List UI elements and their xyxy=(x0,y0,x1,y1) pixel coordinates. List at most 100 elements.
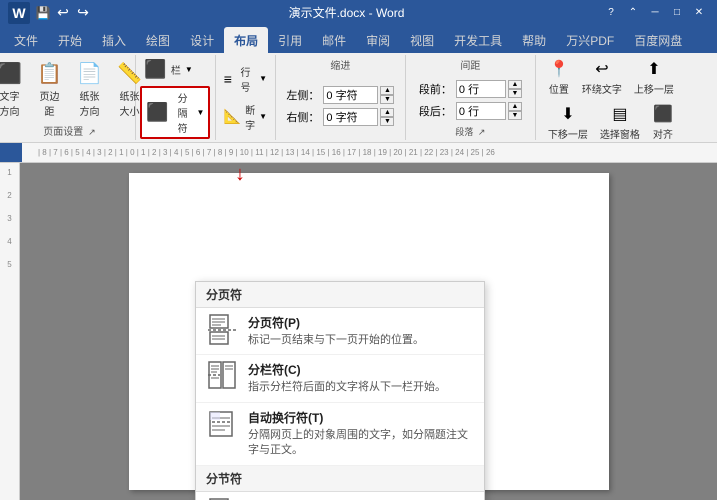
indent-left-down-button[interactable]: ▼ xyxy=(380,95,394,104)
page-break-section-title: 分页符 xyxy=(196,282,484,308)
separator-chevron-icon: ▼ xyxy=(196,108,204,117)
margins-button[interactable]: 📋 页边距 xyxy=(31,59,67,120)
tab-home[interactable]: 开始 xyxy=(48,27,92,53)
after-spacing-spin: ▲ ▼ xyxy=(508,102,522,120)
separator-dropdown: 分页符 xyxy=(195,281,485,500)
indent-right-down-button[interactable]: ▼ xyxy=(380,117,394,126)
wrap-break-title: 自动换行符(T) xyxy=(248,409,474,426)
undo-icon[interactable]: ↩ xyxy=(54,4,72,22)
before-spacing-input[interactable] xyxy=(456,80,506,98)
text-direction-button[interactable]: ⬛ 文字方向 xyxy=(0,59,27,120)
col-break-icon xyxy=(206,361,238,393)
orientation-button[interactable]: 📄 纸张方向 xyxy=(71,59,107,120)
margins-label: 页边距 xyxy=(35,88,63,118)
indent-spacing-group: 缩进 左侧： ▲ ▼ 右侧： ▲ ▼ xyxy=(276,55,406,140)
separator-label: 分隔符 xyxy=(173,90,193,135)
separator-group: ⬛ 栏 ▼ ⬛ 分隔符 ▼ xyxy=(136,55,216,140)
before-down-button[interactable]: ▼ xyxy=(508,89,522,98)
line-number-icon: ≡ xyxy=(224,71,232,87)
wrap-break-text: 自动换行符(T) 分隔网页上的对象周围的文字，如分隔题注文字与正文。 xyxy=(248,409,474,459)
select-pane-button[interactable]: ▤ 选择窗格 xyxy=(596,102,644,143)
send-back-icon: ⬇ xyxy=(561,104,574,124)
ruler-v-2: 2 xyxy=(7,191,11,200)
col-break-text: 分栏符(C) 指示分栏符后面的文字将从下一栏开始。 xyxy=(248,361,474,395)
next-page-item[interactable]: 新节 下一页(N) 插入分节符并在下一页上开始新节。 xyxy=(196,492,484,500)
position-button[interactable]: 📍 位置 xyxy=(544,57,574,98)
hyphen-icon: 📐 xyxy=(224,108,241,125)
hyphen-chevron-icon: ▼ xyxy=(259,112,267,121)
col-break-item[interactable]: 分栏符(C) 指示分栏符后面的文字将从下一栏开始。 xyxy=(196,355,484,402)
tab-developer[interactable]: 开发工具 xyxy=(444,27,512,53)
align-icon: ⬛ xyxy=(653,104,673,124)
minimize-button[interactable]: ─ xyxy=(645,5,665,21)
app-window: W 💾 ↩ ↪ 演示文件.docx - Word ? ⌃ ─ □ ✕ 文件 开始… xyxy=(0,0,717,500)
after-up-button[interactable]: ▲ xyxy=(508,102,522,111)
paragraph-group-label: 段落 ↗ xyxy=(455,125,485,138)
save-icon[interactable]: 💾 xyxy=(34,4,52,22)
send-back-label: 下移一层 xyxy=(548,126,588,141)
tab-layout[interactable]: 布局 xyxy=(224,27,268,53)
separator-button[interactable]: ⬛ 分隔符 ▼ xyxy=(140,86,210,139)
select-pane-icon: ▤ xyxy=(612,104,627,124)
tab-mail[interactable]: 邮件 xyxy=(312,27,356,53)
indent-spacing-content: 左侧： ▲ ▼ 右侧： ▲ ▼ xyxy=(286,74,394,138)
document-area: 1 2 3 4 5 分页符 xyxy=(0,163,717,500)
hyphen-button[interactable]: 📐 断字 ▼ xyxy=(220,100,271,134)
wrap-text-button[interactable]: ↩ 环绕文字 xyxy=(578,57,626,98)
indent-right-row: 右侧： ▲ ▼ xyxy=(286,108,394,126)
tab-help[interactable]: 帮助 xyxy=(512,27,556,53)
page-break-item[interactable]: 分页符(P) 标记一页结束与下一页开始的位置。 xyxy=(196,308,484,355)
tab-review[interactable]: 审阅 xyxy=(356,27,400,53)
close-button[interactable]: ✕ xyxy=(689,5,709,21)
line-hyphen-buttons: ≡ 行号 ▼ 📐 断字 ▼ xyxy=(220,57,271,138)
redo-icon[interactable]: ↪ xyxy=(74,4,92,22)
page-break-title: 分页符(P) xyxy=(248,314,474,331)
line-number-button[interactable]: ≡ 行号 ▼ xyxy=(220,62,271,96)
bring-forward-icon: ⬆ xyxy=(647,59,660,79)
send-back-button[interactable]: ⬇ 下移一层 xyxy=(544,102,592,143)
columns-icon: ⬛ xyxy=(144,59,166,80)
tab-draw[interactable]: 绘图 xyxy=(136,27,180,53)
tab-file[interactable]: 文件 xyxy=(4,27,48,53)
section-break-section-title: 分节符 xyxy=(196,466,484,492)
indent-left-row: 左侧： ▲ ▼ xyxy=(286,86,394,104)
indent-right-up-button[interactable]: ▲ xyxy=(380,108,394,117)
columns-button[interactable]: ⬛ 栏 ▼ xyxy=(140,57,200,82)
align-button[interactable]: ⬛ 对齐 xyxy=(648,102,678,143)
tab-view[interactable]: 视图 xyxy=(400,27,444,53)
before-up-button[interactable]: ▲ xyxy=(508,80,522,89)
tab-baidu[interactable]: 百度网盘 xyxy=(624,27,692,53)
indent-right-input[interactable] xyxy=(323,108,378,126)
after-label: 段后： xyxy=(419,103,454,119)
wrap-break-item[interactable]: 自动换行符(T) 分隔网页上的对象周围的文字，如分隔题注文字与正文。 xyxy=(196,403,484,466)
indent-left-up-button[interactable]: ▲ xyxy=(380,86,394,95)
bring-forward-button[interactable]: ⬆ 上移一层 xyxy=(630,57,678,98)
page-setup-group-label: 页面设置 ↗ xyxy=(43,123,95,138)
page-setup-label-text: 页面设置 xyxy=(43,127,83,138)
after-down-button[interactable]: ▼ xyxy=(508,111,522,120)
wrap-icon: ↩ xyxy=(595,59,608,79)
maximize-button[interactable]: □ xyxy=(667,5,687,21)
paragraph-dialog-icon[interactable]: ↗ xyxy=(478,127,486,137)
indent-right-spin: ▲ ▼ xyxy=(380,108,394,126)
tab-references[interactable]: 引用 xyxy=(268,27,312,53)
ruler-text: | 8 | 7 | 6 | 5 | 4 | 3 | 2 | 1 | 0 | 1 … xyxy=(38,148,495,157)
arrange-buttons: 📍 位置 ↩ 环绕文字 ⬆ 上移一层 ⬇ 下移一层 ▤ 选择窗格 xyxy=(544,57,705,143)
tab-insert[interactable]: 插入 xyxy=(92,27,136,53)
columns-chevron-icon: ▼ xyxy=(185,65,193,74)
after-spacing-row: 段后： ▲ ▼ xyxy=(419,102,522,120)
page-setup-dialog-icon[interactable]: ↗ xyxy=(88,127,96,137)
position-icon: 📍 xyxy=(549,59,569,79)
ribbon-toggle-icon[interactable]: ⌃ xyxy=(623,5,643,21)
col-break-desc: 指示分栏符后面的文字将从下一栏开始。 xyxy=(248,380,474,395)
help-icon[interactable]: ? xyxy=(601,5,621,21)
ruler-v-5: 5 xyxy=(7,260,11,269)
page-setup-group: ⬛ 文字方向 📋 页边距 📄 纸张方向 📏 纸张大小 xyxy=(4,55,136,140)
after-spacing-input[interactable] xyxy=(456,102,506,120)
ribbon-content: ⬛ 文字方向 📋 页边距 📄 纸张方向 📏 纸张大小 xyxy=(0,53,717,143)
tab-wps-pdf[interactable]: 万兴PDF xyxy=(556,27,624,53)
before-label: 段前： xyxy=(419,81,454,97)
indent-left-input[interactable] xyxy=(323,86,378,104)
text-direction-label: 文字方向 xyxy=(0,88,23,118)
tab-design[interactable]: 设计 xyxy=(180,27,224,53)
